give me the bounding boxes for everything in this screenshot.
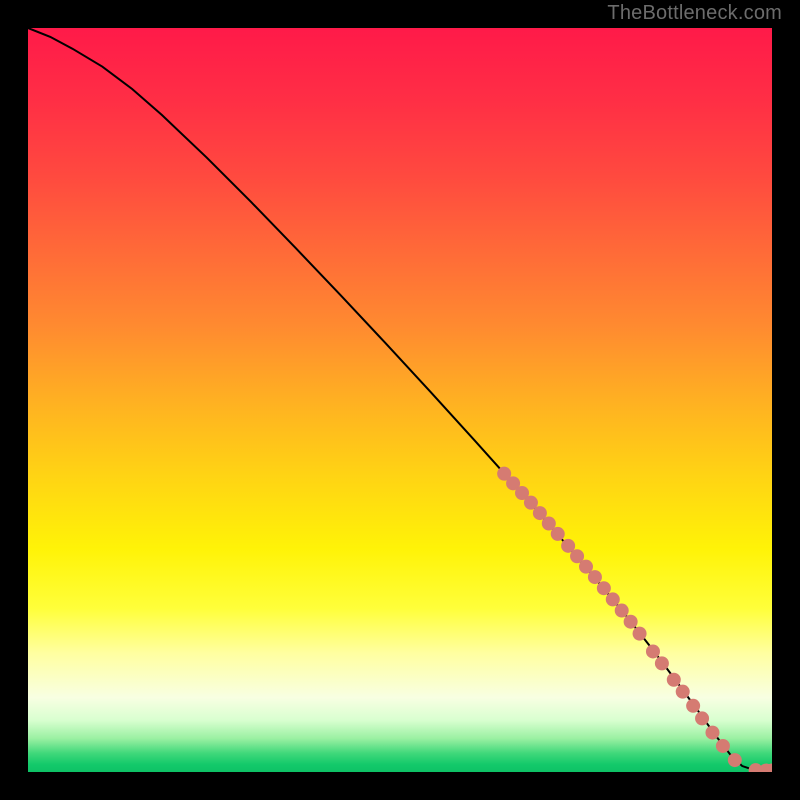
data-marker	[667, 673, 681, 687]
data-marker	[676, 685, 690, 699]
data-marker	[646, 644, 660, 658]
data-marker	[588, 570, 602, 584]
data-marker	[716, 739, 730, 753]
data-marker	[686, 699, 700, 713]
data-marker	[728, 753, 742, 767]
chart-svg	[28, 28, 772, 772]
data-marker	[695, 711, 709, 725]
data-marker	[615, 604, 629, 618]
data-marker	[597, 581, 611, 595]
data-marker	[606, 592, 620, 606]
plot-area	[28, 28, 772, 772]
data-marker	[705, 726, 719, 740]
data-marker	[633, 627, 647, 641]
data-marker	[624, 615, 638, 629]
data-marker	[655, 656, 669, 670]
attribution-label: TheBottleneck.com	[607, 2, 782, 25]
data-marker	[551, 527, 565, 541]
chart-stage: TheBottleneck.com	[0, 0, 800, 800]
